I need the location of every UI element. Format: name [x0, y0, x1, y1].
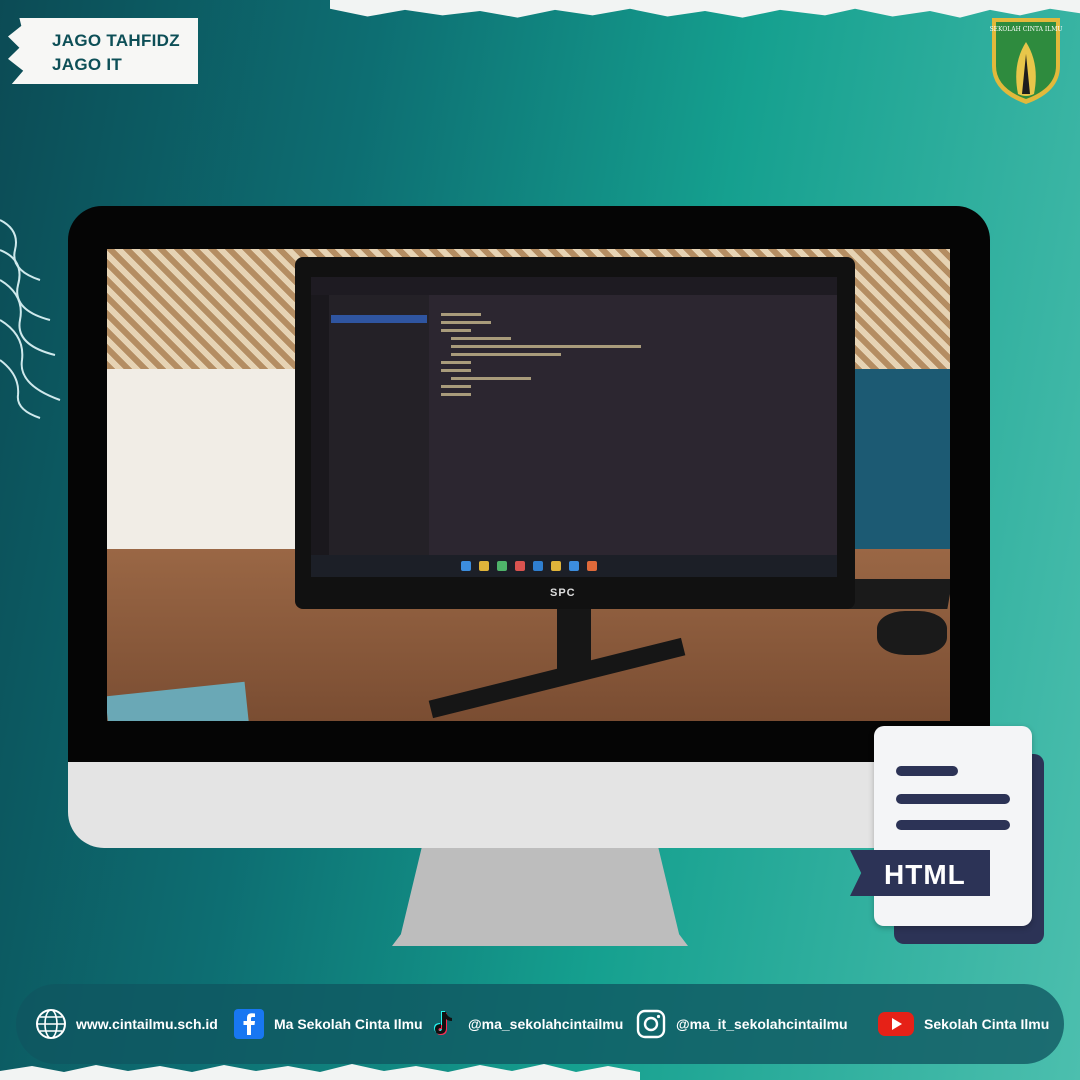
footer-tiktok[interactable]: @ma_sekolahcintailmu — [426, 984, 623, 1064]
doc-line — [896, 766, 958, 776]
doc-line — [896, 820, 1010, 830]
html-tag-label: HTML — [850, 850, 990, 896]
photo-cabinet — [840, 369, 950, 549]
tagline-line-2: JAGO IT — [52, 55, 123, 74]
code-line — [441, 313, 481, 316]
footer-facebook[interactable]: Ma Sekolah Cinta Ilmu — [232, 984, 423, 1064]
photo-code-editor-screen — [311, 277, 837, 573]
school-shield-logo: SEKOLAH CINTA ILMU — [990, 18, 1063, 104]
tiktok-icon — [426, 1007, 460, 1041]
tagline-badge: JAGO TAHFIDZ JAGO IT — [8, 18, 198, 84]
decorative-waves-icon — [0, 219, 61, 419]
photo-taskbar — [311, 555, 837, 577]
instagram-text: @ma_it_sekolahcintailmu — [676, 1016, 848, 1032]
monitor-brand: SPC — [550, 587, 576, 599]
code-line — [451, 353, 561, 356]
code-line — [441, 393, 471, 396]
footer-contact-bar: www.cintailmu.sch.id Ma Sekolah Cinta Il… — [16, 984, 1064, 1064]
taskbar-app-icon — [533, 561, 543, 571]
code-line — [441, 369, 471, 372]
taskbar-app-icon — [461, 561, 471, 571]
globe-icon — [34, 1007, 68, 1041]
taskbar-app-icon — [497, 561, 507, 571]
html-label-text: HTML — [884, 859, 966, 890]
taskbar-app-icon — [569, 561, 579, 571]
logo-text: SEKOLAH CINTA ILMU — [990, 26, 1063, 33]
tagline-line-1: JAGO TAHFIDZ — [52, 31, 180, 50]
classroom-photo: SPC — [107, 249, 950, 721]
editor-titlebar — [311, 277, 837, 295]
code-line — [441, 385, 471, 388]
tiktok-text: @ma_sekolahcintailmu — [468, 1016, 624, 1032]
youtube-text: Sekolah Cinta Ilmu — [924, 1016, 1050, 1032]
html-file-icon-page — [874, 726, 1032, 926]
facebook-icon — [232, 1007, 266, 1041]
photo-mouse — [877, 611, 947, 655]
editor-file-tree — [329, 295, 429, 573]
footer-instagram[interactable]: @ma_it_sekolahcintailmu — [634, 984, 848, 1064]
code-line — [441, 361, 471, 364]
facebook-text: Ma Sekolah Cinta Ilmu — [274, 1016, 423, 1032]
youtube-icon — [876, 1007, 916, 1041]
taskbar-app-icon — [587, 561, 597, 571]
code-line — [441, 329, 471, 332]
editor-selected-file — [331, 315, 427, 323]
footer-youtube[interactable]: Sekolah Cinta Ilmu — [876, 984, 1049, 1064]
taskbar-app-icon — [515, 561, 525, 571]
footer-website[interactable]: www.cintailmu.sch.id — [34, 984, 218, 1064]
code-line — [441, 321, 491, 324]
imac-stand — [392, 848, 688, 946]
photo-monitor-neck — [557, 609, 591, 669]
website-text: www.cintailmu.sch.id — [76, 1016, 218, 1032]
instagram-icon — [634, 1007, 668, 1041]
editor-activity-bar — [311, 295, 329, 573]
torn-paper-top — [330, 0, 1080, 18]
taskbar-app-icon — [479, 561, 489, 571]
doc-line — [896, 794, 1010, 804]
html-file-icon: HTML — [850, 726, 1050, 946]
photo-monitor: SPC — [295, 257, 855, 609]
taskbar-app-icon — [551, 561, 561, 571]
code-line — [451, 377, 531, 380]
code-line — [451, 337, 511, 340]
code-line — [451, 345, 641, 348]
